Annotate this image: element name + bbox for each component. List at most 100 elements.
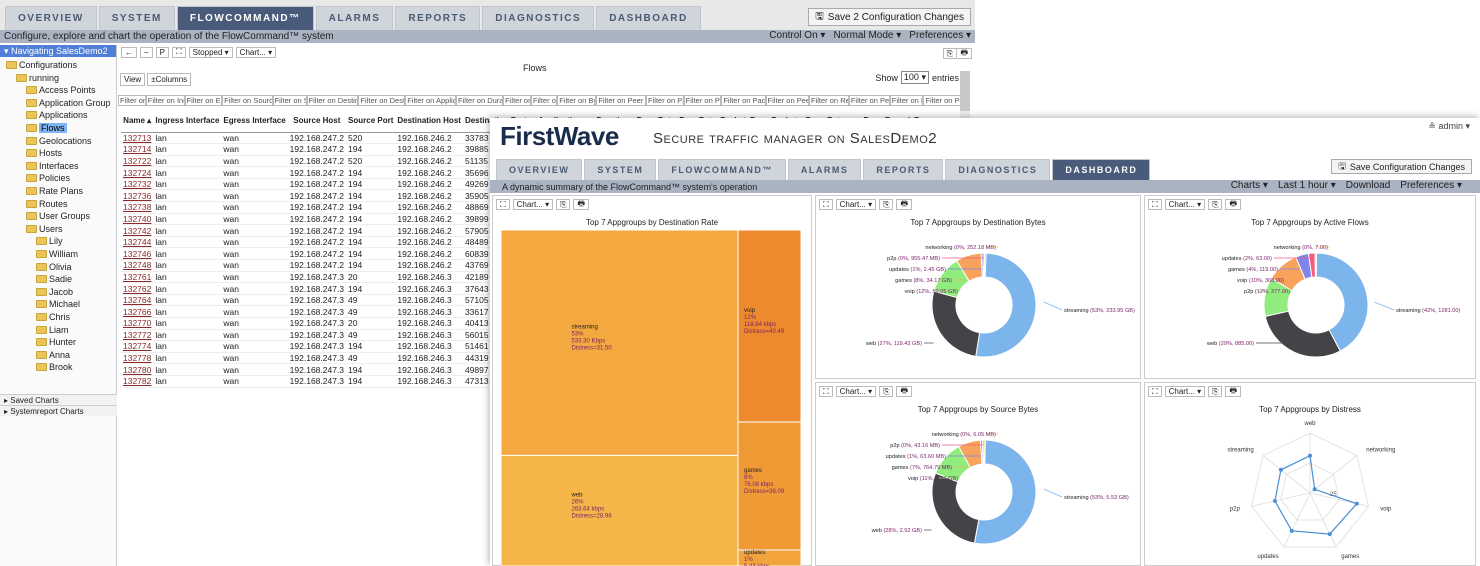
copy-icon[interactable]: ⎘	[879, 386, 894, 397]
filter-input[interactable]: Filter on F	[889, 95, 924, 106]
systemreport-charts-section[interactable]: ▸ Systemreport Charts	[0, 405, 117, 416]
table-cell[interactable]: 132732	[121, 178, 154, 191]
menu-item[interactable]: Normal Mode ▾	[833, 30, 901, 41]
treemap-cell-web[interactable]	[501, 454, 739, 566]
donut-slice[interactable]	[983, 439, 987, 465]
donut-slice[interactable]	[931, 472, 980, 544]
tree-item[interactable]: Configurations	[6, 59, 77, 71]
back-icon[interactable]: ←	[121, 46, 137, 58]
tree-item[interactable]: running	[16, 72, 59, 84]
tab-system[interactable]: SYSTEM	[584, 159, 657, 180]
tab-flowcommand[interactable]: FLOWCOMMAND™	[176, 6, 314, 30]
saved-charts-section[interactable]: ▸ Saved Charts	[0, 394, 117, 405]
copy-icon[interactable]: ⎘	[1208, 199, 1223, 210]
tab-diagnostics[interactable]: DIAGNOSTICS	[482, 6, 595, 30]
table-cell[interactable]: 132748	[121, 259, 154, 272]
table-cell[interactable]: 132770	[121, 317, 154, 330]
table-cell[interactable]: 132714	[121, 143, 154, 156]
copy-icon[interactable]: ⎘	[879, 199, 894, 210]
tab-dashboard[interactable]: DASHBOARD	[1052, 159, 1151, 180]
radar-point[interactable]	[1289, 528, 1294, 533]
print-icon[interactable]: 🖶	[956, 48, 972, 59]
print-icon[interactable]: 🖶	[896, 199, 913, 210]
tab-dashboard[interactable]: DASHBOARD	[596, 6, 701, 30]
filter-input[interactable]: Filter on	[503, 95, 531, 106]
filter-input[interactable]: Filter on Ing	[145, 95, 185, 106]
filter-input[interactable]: Filter on Ret	[809, 95, 849, 106]
tree-item[interactable]: Jacob	[36, 286, 73, 298]
filter-input[interactable]: Filter on Peer	[765, 95, 810, 106]
table-cell[interactable]: 132782	[121, 375, 154, 388]
tab-alarms[interactable]: ALARMS	[787, 159, 862, 180]
copy-icon[interactable]: ⎘	[942, 48, 957, 59]
chart-dropdown[interactable]: Chart... ▾	[835, 386, 877, 397]
tab-diagnostics[interactable]: DIAGNOSTICS	[945, 159, 1051, 180]
donut-slice[interactable]	[1264, 310, 1341, 358]
menu-item[interactable]: Download	[1346, 180, 1390, 191]
table-cell[interactable]: 132761	[121, 271, 154, 284]
tree-item[interactable]: Brook	[36, 361, 73, 373]
filter-input[interactable]: Filter on Source	[222, 95, 273, 106]
table-cell[interactable]: 132740	[121, 213, 154, 226]
filter-input[interactable]: Filter on Pe	[923, 95, 961, 106]
entries-select[interactable]: 100 ▾	[900, 71, 929, 84]
donut-slice[interactable]	[931, 290, 981, 357]
columns-button[interactable]: ±Columns	[147, 73, 192, 86]
column-header[interactable]: Source Host	[287, 110, 347, 133]
radar-point[interactable]	[1272, 499, 1277, 504]
table-cell[interactable]: 132713	[121, 132, 154, 145]
scrollbar-thumb[interactable]	[960, 71, 970, 111]
tree-item[interactable]: Chris	[36, 311, 70, 323]
pin-icon[interactable]: P	[155, 46, 170, 58]
filter-input[interactable]: Filter on Durati	[456, 95, 504, 106]
chart-dropdown[interactable]: Chart... ▾	[235, 46, 277, 58]
copy-icon[interactable]: ⎘	[556, 199, 571, 210]
tree-item[interactable]: Routes	[26, 198, 68, 210]
filter-input[interactable]: Filter on Pec	[848, 95, 890, 106]
print-icon[interactable]: 🖶	[1225, 386, 1242, 397]
minus-icon[interactable]: −	[140, 46, 153, 58]
tab-system[interactable]: SYSTEM	[98, 6, 175, 30]
tree-item[interactable]: Rate Plans	[26, 185, 83, 197]
tree-item[interactable]: Hosts	[26, 147, 62, 159]
radar-point[interactable]	[1354, 501, 1359, 506]
tree-item[interactable]: Access Points	[26, 84, 96, 96]
table-cell[interactable]: 132738	[121, 201, 154, 214]
status-dropdown[interactable]: Stopped ▾	[188, 46, 233, 58]
filter-input[interactable]: Filter on Destina	[306, 95, 359, 106]
tree-item[interactable]: Interfaces	[26, 160, 79, 172]
column-header[interactable]: Source Port	[346, 110, 396, 133]
table-cell[interactable]: 132742	[121, 224, 154, 237]
table-cell[interactable]: 132746	[121, 247, 154, 261]
print-icon[interactable]: 🖶	[896, 386, 913, 397]
admin-menu[interactable]: ≗ admin ▾	[1428, 121, 1470, 132]
menu-item[interactable]: Preferences ▾	[1400, 180, 1462, 191]
view-button[interactable]: View	[120, 73, 146, 86]
chart-dropdown[interactable]: Chart... ▾	[1164, 386, 1206, 397]
filter-input[interactable]: Filter or	[530, 95, 558, 106]
print-icon[interactable]: 🖶	[573, 199, 590, 210]
radar-point[interactable]	[1327, 532, 1332, 537]
filter-input[interactable]: Filter on S	[272, 95, 307, 106]
filter-input[interactable]: Filter on Destir	[358, 95, 406, 106]
filter-input[interactable]: Filter on Pack	[721, 95, 766, 106]
save-changes-button[interactable]: 🖫 Save 2 Configuration Changes	[808, 8, 971, 26]
sidebar-header[interactable]: ▾ Navigating SalesDemo2	[0, 45, 116, 57]
tree-item[interactable]: Anna	[36, 349, 70, 361]
table-cell[interactable]: 132736	[121, 189, 154, 203]
column-header[interactable]: Ingress Interface	[153, 110, 222, 133]
table-cell[interactable]: 132744	[121, 236, 154, 249]
tree-item[interactable]: Hunter	[36, 336, 76, 348]
table-cell[interactable]: 132774	[121, 340, 154, 353]
tab-reports[interactable]: REPORTS	[863, 159, 944, 180]
expand-icon[interactable]: ⛶	[1148, 199, 1162, 210]
tree-item[interactable]: Liam	[36, 324, 69, 336]
save-config-button[interactable]: 🖫 Save Configuration Changes	[1331, 159, 1472, 174]
expand-icon[interactable]: ⛶	[819, 386, 833, 397]
filter-input[interactable]: Filter on Peer E	[596, 95, 647, 106]
menu-item[interactable]: Charts ▾	[1231, 180, 1268, 191]
expand-icon[interactable]: ⛶	[172, 46, 186, 58]
radar-point[interactable]	[1312, 487, 1317, 492]
tree-item[interactable]: Application Group	[26, 97, 111, 109]
expand-icon[interactable]: ⛶	[819, 199, 833, 210]
